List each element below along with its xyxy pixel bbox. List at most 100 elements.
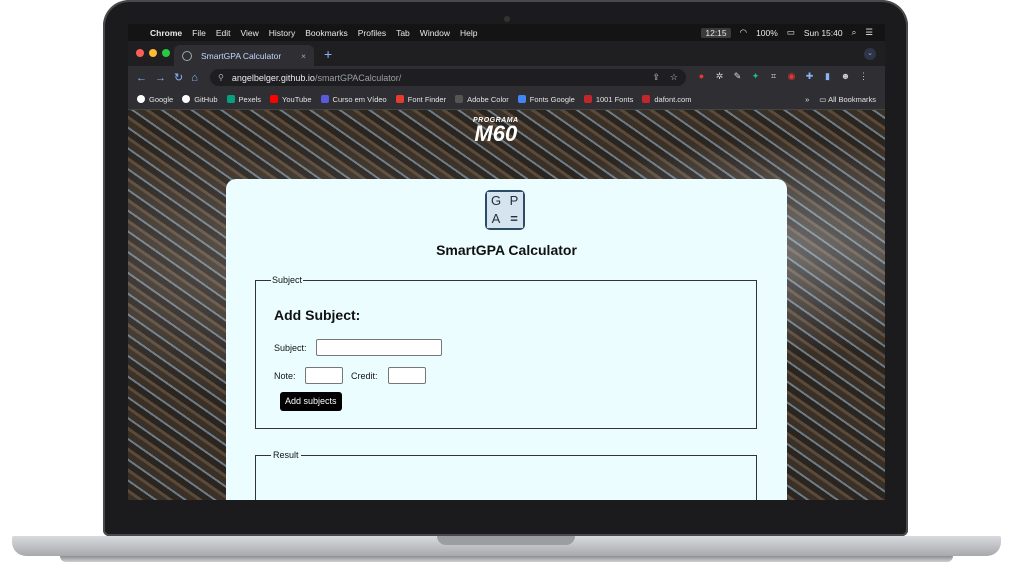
tab-search-icon[interactable]: ⌄ <box>864 48 876 60</box>
address-bar[interactable]: ⚲ angelbelger.github.io/smartGPACalculat… <box>210 69 686 86</box>
screen: Chrome File Edit View History Bookmarks … <box>128 24 885 500</box>
youtube-icon <box>270 95 279 103</box>
bookmark-label: Google <box>149 94 174 104</box>
add-subject-heading: Add Subject: <box>274 307 361 323</box>
eyedropper-icon[interactable]: ✎ <box>732 71 743 82</box>
profile-avatar-icon[interactable]: ☻ <box>840 71 851 82</box>
bookmark-label: 1001 Fonts <box>595 94 634 104</box>
menu-bookmarks[interactable]: Bookmarks <box>305 28 348 38</box>
note-label: Note: <box>274 371 296 381</box>
bookmarks-bar: Google GitHub Pexels YouTube Curso em Ví… <box>128 89 885 110</box>
menubar-clock[interactable]: Sun 15:40 <box>804 28 843 38</box>
record-icon[interactable]: ◉ <box>786 71 797 82</box>
gpa-letter-a: A <box>487 210 505 228</box>
add-subjects-button[interactable]: Add subjects <box>280 392 342 411</box>
pexels-icon <box>226 95 235 103</box>
credit-input[interactable] <box>388 367 426 384</box>
bookmark-label: YouTube <box>282 94 312 104</box>
menu-chrome[interactable]: Chrome <box>150 28 182 38</box>
puzzle-icon[interactable]: ✚ <box>804 71 815 82</box>
result-legend: Result <box>273 450 299 460</box>
screenshot-icon[interactable]: ⌗ <box>768 71 779 82</box>
bookmark-label: dafont.com <box>654 94 692 104</box>
control-center-icon[interactable]: ☰ <box>865 27 873 38</box>
bookmark-1001-fonts[interactable]: 1001 Fonts <box>583 94 634 104</box>
extension-red-icon[interactable]: ● <box>696 71 707 82</box>
battery-icon[interactable]: ▭ <box>787 27 795 38</box>
page-viewport: PROGRAMA M60 G P A = SmartGPA Calculator… <box>128 110 885 500</box>
adobe-color-icon <box>455 95 464 103</box>
back-arrow-icon[interactable]: ← <box>136 72 147 84</box>
menu-edit[interactable]: Edit <box>216 28 231 38</box>
fonts-google-icon <box>517 95 526 103</box>
bookmark-curso-em-video[interactable]: Curso em Vídeo <box>320 94 387 104</box>
extension-gear-icon[interactable]: ✲ <box>714 71 725 82</box>
zoom-window-button[interactable] <box>162 49 170 57</box>
bookmark-github[interactable]: GitHub <box>182 94 218 104</box>
bookmark-adobe-color[interactable]: Adobe Color <box>455 95 509 104</box>
bookmark-label: Font Finder <box>407 94 447 104</box>
menu-file[interactable]: File <box>192 28 206 38</box>
extensions-bar: ● ✲ ✎ ✦ ⌗ ◉ ✚ ▮ ☻ ⋮ <box>696 71 869 82</box>
result-fieldset: Result <box>255 450 757 500</box>
bookmark-fonts-google[interactable]: Fonts Google <box>517 95 575 104</box>
close-window-button[interactable] <box>136 49 144 57</box>
menu-help[interactable]: Help <box>460 28 477 38</box>
tab-smartgpa[interactable]: SmartGPA Calculator × <box>174 45 314 66</box>
font-finder-icon <box>395 95 404 103</box>
all-bookmarks-folder[interactable]: ▭ All Bookmarks <box>819 95 876 104</box>
tab-title: SmartGPA Calculator <box>201 50 282 61</box>
timer-status[interactable]: 12:15 <box>701 27 731 38</box>
menu-tab[interactable]: Tab <box>396 28 410 38</box>
gpa-letter-p: P <box>505 192 523 210</box>
bookmark-google[interactable]: Google <box>137 95 173 104</box>
new-tab-button[interactable]: + <box>324 46 332 62</box>
wifi-icon[interactable]: ◠ <box>740 27 747 38</box>
subject-input[interactable] <box>316 339 442 356</box>
side-panel-icon[interactable]: ▮ <box>822 71 833 82</box>
reload-icon[interactable]: ↻ <box>174 71 183 84</box>
close-tab-icon[interactable]: × <box>301 51 306 61</box>
globe-icon <box>182 50 192 61</box>
subject-fieldset: Subject Add Subject: Subject: Note: Cred… <box>255 275 757 429</box>
curso-em-video-icon <box>320 95 329 103</box>
laptop-notch <box>437 536 575 545</box>
minimize-window-button[interactable] <box>149 49 157 57</box>
subject-label: Subject: <box>274 343 307 353</box>
camera <box>504 16 510 22</box>
more-bookmarks-icon[interactable]: » <box>805 95 809 104</box>
calculator-card: G P A = SmartGPA Calculator Subject Add … <box>226 179 787 500</box>
bookmark-dafont[interactable]: dafont.com <box>642 95 691 104</box>
home-icon[interactable]: ⌂ <box>191 72 198 84</box>
logo-big-text: M60 <box>474 121 518 146</box>
kebab-menu-icon[interactable]: ⋮ <box>858 71 869 82</box>
gpa-logo-icon: G P A = <box>485 190 525 230</box>
page-title: SmartGPA Calculator <box>436 242 577 258</box>
bookmark-star-icon[interactable]: ☆ <box>670 72 678 83</box>
laptop-foot <box>60 556 953 562</box>
note-input[interactable] <box>305 367 343 384</box>
battery-status[interactable]: 100% <box>756 28 778 38</box>
subject-legend: Subject <box>272 275 303 285</box>
bookmark-pexels[interactable]: Pexels <box>226 95 261 104</box>
bookmark-youtube[interactable]: YouTube <box>270 94 312 104</box>
extension-green-icon[interactable]: ✦ <box>750 71 761 82</box>
bookmark-label: Curso em Vídeo <box>332 94 387 104</box>
bookmark-label: Adobe Color <box>467 94 509 104</box>
forward-arrow-icon[interactable]: → <box>155 72 166 84</box>
tab-strip: SmartGPA Calculator × + ⌄ <box>128 41 885 66</box>
share-icon[interactable]: ⇪ <box>652 72 660 83</box>
mac-menubar: Chrome File Edit View History Bookmarks … <box>128 24 885 41</box>
all-bookmarks-label: All Bookmarks <box>828 94 876 104</box>
bookmark-label: GitHub <box>194 94 218 104</box>
dafont-icon <box>642 95 651 103</box>
menu-history[interactable]: History <box>269 28 295 38</box>
site-info-icon[interactable]: ⚲ <box>218 73 224 82</box>
spotlight-search-icon[interactable]: ⌕ <box>852 27 857 38</box>
url-domain: angelbelger.github.io <box>231 72 315 83</box>
menu-profiles[interactable]: Profiles <box>358 28 386 38</box>
url-path: /smartGPACalculator/ <box>314 72 402 83</box>
menu-window[interactable]: Window <box>420 28 450 38</box>
menu-view[interactable]: View <box>240 28 258 38</box>
bookmark-font-finder[interactable]: Font Finder <box>395 94 447 104</box>
